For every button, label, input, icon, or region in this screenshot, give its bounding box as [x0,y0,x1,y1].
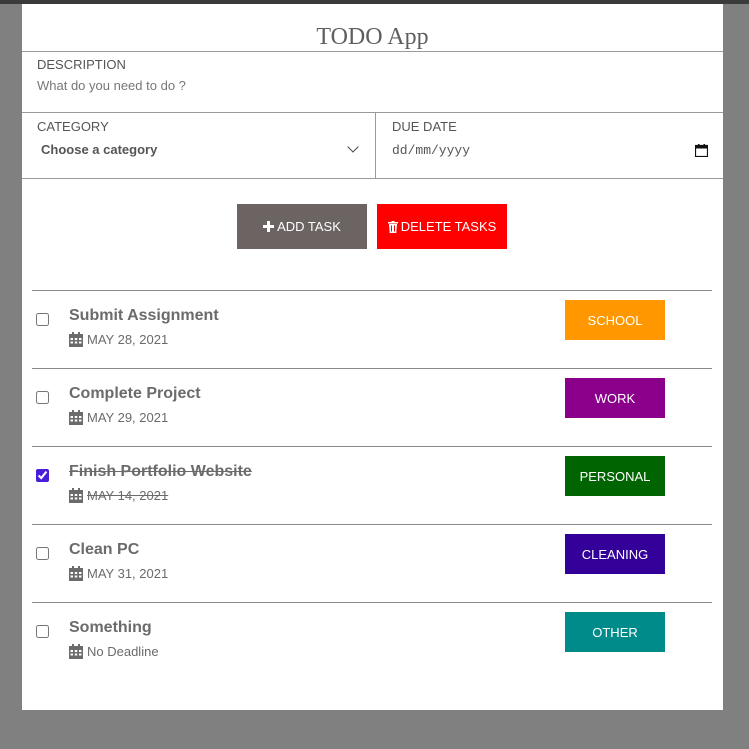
category-badge-personal: PERSONAL [565,456,665,496]
due-date-field[interactable]: DUE DATE dd/mm/yyyy [376,113,723,178]
task-title: Finish Portfolio Website [69,463,252,480]
category-selected-value: Choose a category [41,141,158,157]
category-badge-school: SCHOOL [565,300,665,340]
due-date-input[interactable]: dd/mm/yyyy [392,140,708,160]
todo-card: TODO App DESCRIPTION CATEGORY Choose a c… [22,4,723,710]
category-badge-other: OTHER [565,612,665,652]
task-title: Clean PC [69,541,140,558]
task-checkbox[interactable] [36,391,49,404]
due-date-placeholder: dd/mm/yyyy [392,142,471,158]
task-date: MAY 14, 2021 [69,488,168,503]
category-select[interactable]: Choose a category [37,140,360,158]
due-date-label: DUE DATE [392,119,457,134]
description-input[interactable] [37,76,708,94]
calendar-icon [69,566,83,581]
description-field[interactable]: DESCRIPTION [22,51,723,112]
task-item: Submit Assignment MAY 28, 2021 SCHOOL [32,290,712,368]
category-badge-work: WORK [565,378,665,418]
delete-tasks-button[interactable]: DELETE TASKS [377,204,507,249]
task-title: Submit Assignment [69,307,219,324]
task-date: MAY 31, 2021 [69,566,168,581]
category-label: CATEGORY [37,119,109,134]
task-item: Something No Deadline OTHER [32,602,712,680]
task-date-text: No Deadline [87,644,159,659]
calendar-picker-icon[interactable] [695,143,708,157]
calendar-icon [69,644,83,659]
task-list: Submit Assignment MAY 28, 2021 SCHOOL Co… [32,290,712,680]
task-item: Complete Project MAY 29, 2021 WORK [32,368,712,446]
task-date: No Deadline [69,644,159,659]
task-title: Something [69,619,152,636]
add-task-button[interactable]: ADD TASK [237,204,367,249]
task-checkbox[interactable] [36,469,49,482]
trash-icon [387,220,398,233]
task-item: Finish Portfolio Website MAY 14, 2021 PE… [32,446,712,524]
category-badge-cleaning: CLEANING [565,534,665,574]
task-date: MAY 29, 2021 [69,410,168,425]
task-checkbox[interactable] [36,625,49,638]
calendar-icon [69,332,83,347]
action-buttons: ADD TASK DELETE TASKS [22,179,723,289]
category-field[interactable]: CATEGORY Choose a category [22,113,376,178]
description-label: DESCRIPTION [37,57,126,72]
chevron-down-icon [347,141,359,153]
task-date-text: MAY 31, 2021 [87,566,169,581]
delete-tasks-label: DELETE TASKS [400,219,497,234]
task-date-text: MAY 28, 2021 [87,332,169,347]
calendar-icon [69,410,83,425]
task-date: MAY 28, 2021 [69,332,168,347]
add-task-label: ADD TASK [277,219,341,234]
plus-icon [263,221,275,232]
task-item: Clean PC MAY 31, 2021 CLEANING [32,524,712,602]
category-date-row: CATEGORY Choose a category DUE DATE dd/m… [22,112,723,179]
calendar-icon [69,488,83,503]
task-date-text: MAY 14, 2021 [87,488,169,503]
task-title: Complete Project [69,385,201,402]
task-date-text: MAY 29, 2021 [87,410,169,425]
task-checkbox[interactable] [36,547,49,560]
app-title: TODO App [316,24,429,50]
task-checkbox[interactable] [36,313,49,326]
